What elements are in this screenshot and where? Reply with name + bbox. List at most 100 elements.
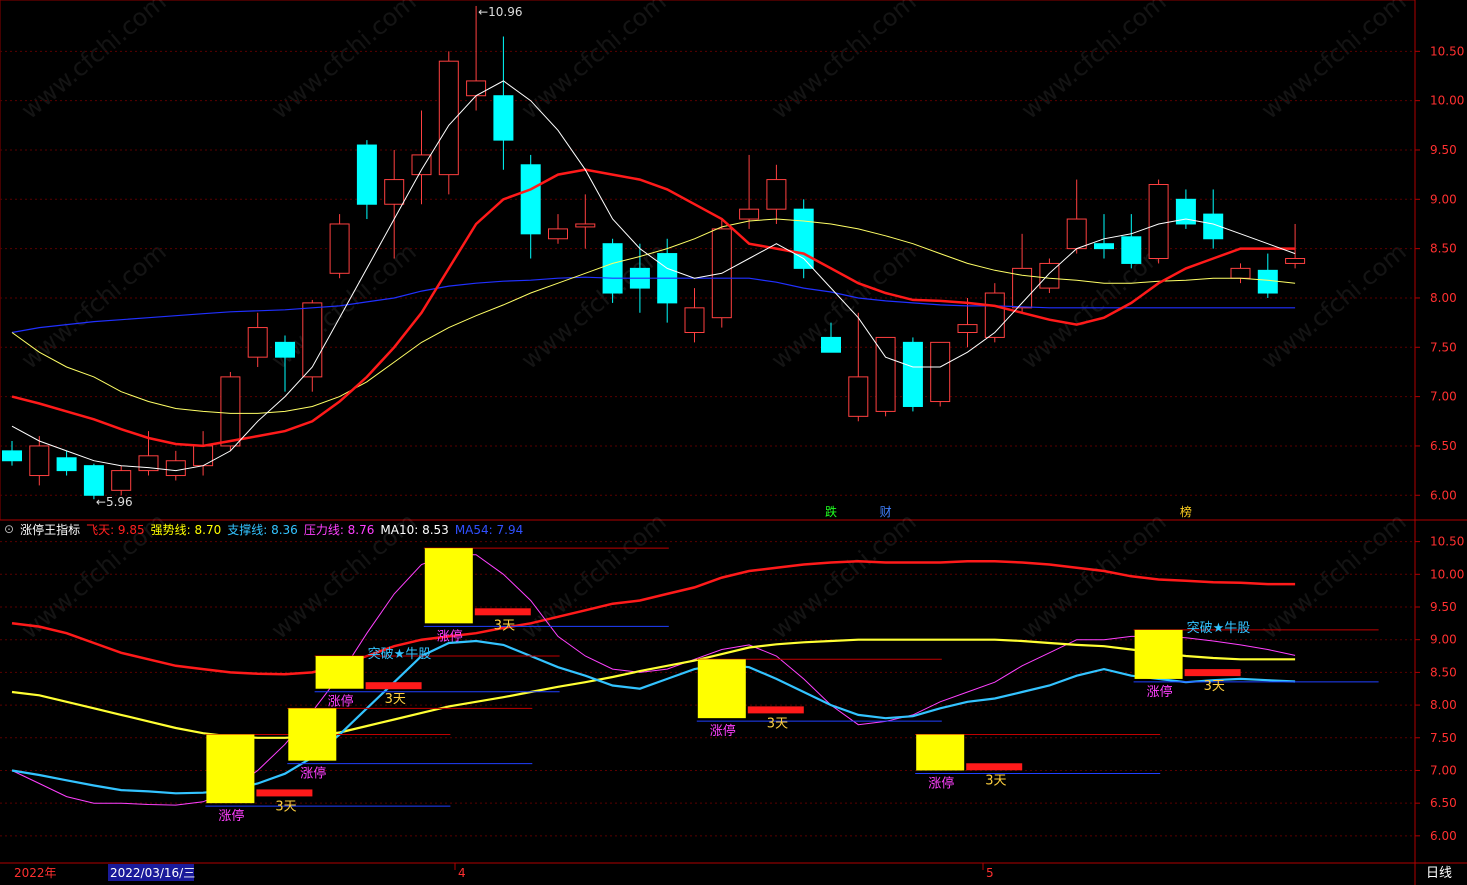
indicator-param: MA54: 7.94 [454, 522, 524, 537]
streak-bar [474, 608, 531, 616]
candle-body [193, 445, 214, 467]
limit-up-label: 涨停 [300, 766, 326, 782]
candle-body [302, 302, 323, 378]
candle-body [384, 179, 405, 205]
y-tick-label: 8.50 [1430, 665, 1457, 679]
y-tick-label: 10.00 [1430, 94, 1464, 108]
limit-up-box [315, 656, 364, 689]
candle-body [1230, 267, 1251, 279]
watermark-text: www.cfchi.com [516, 0, 672, 125]
candle [1094, 214, 1114, 259]
watermark-text: www.cfchi.com [766, 0, 922, 125]
candle-body [411, 154, 432, 176]
watermark-text: www.cfchi.com [516, 237, 672, 374]
indicator-param: 支撑线: 8.36 [227, 522, 298, 537]
candle [1285, 223, 1306, 269]
watermark-text: www.cfchi.com [1256, 237, 1412, 374]
extreme-price-label: ←5.96 [96, 495, 133, 509]
candle [602, 238, 623, 303]
limit-up-label: 涨停 [328, 694, 354, 710]
candle-body [83, 465, 104, 496]
limit-up-label: 涨停 [1147, 684, 1173, 700]
y-tick-label: 6.50 [1430, 796, 1457, 810]
candle-body [739, 208, 760, 220]
candle-body [766, 179, 787, 210]
candle-body [548, 228, 568, 240]
candle [438, 51, 459, 195]
collapse-icon[interactable]: ⊙ [4, 522, 14, 536]
y-tick-label: 9.50 [1430, 143, 1457, 157]
candle [1039, 258, 1060, 294]
candle [1257, 253, 1278, 298]
candle-body [602, 243, 623, 294]
candle [1203, 189, 1224, 249]
y-tick-label: 9.00 [1430, 633, 1457, 647]
watermark-text: www.cfchi.com [516, 507, 672, 644]
candle [984, 283, 1005, 343]
y-tick-label: 9.00 [1430, 192, 1457, 206]
candle [902, 337, 923, 412]
candle-body [848, 376, 869, 417]
extreme-price-label: ←10.96 [478, 5, 522, 19]
candle-body [902, 341, 923, 407]
candle-body [1148, 184, 1169, 259]
candle [548, 214, 568, 244]
candle-body [29, 445, 50, 477]
streak-label: 3天 [767, 716, 788, 731]
streak-bar [365, 682, 422, 690]
candle-body [1121, 236, 1142, 264]
kline-chart[interactable]: www.cfchi.com www.cfchi.com www.cfchi.com w… [0, 0, 1467, 885]
candle [875, 336, 896, 417]
limit-up-box [424, 548, 473, 624]
candle-body [930, 341, 951, 403]
indicator-name[interactable]: 涨停王指标 [20, 521, 80, 538]
pressure-line [11, 554, 1296, 806]
candle-body [329, 223, 350, 274]
candle-body [56, 457, 77, 472]
candle [739, 154, 760, 229]
indicator-param: 压力线: 8.76 [303, 522, 375, 537]
ma10-line [11, 80, 1296, 472]
candle-body [2, 450, 22, 462]
candle-body [957, 324, 978, 333]
candle [1175, 189, 1196, 229]
candle-body [1066, 218, 1087, 250]
y-tick-label: 6.00 [1430, 488, 1457, 502]
candle-body [1285, 258, 1306, 264]
streak-label: 3天 [385, 692, 406, 707]
watermark-text: www.cfchi.com [1016, 0, 1172, 125]
candle-body [165, 460, 186, 477]
candle [1066, 179, 1087, 254]
watermark-text: www.cfchi.com [766, 237, 922, 374]
candle [165, 450, 186, 481]
candle [193, 431, 214, 476]
watermark-text: www.cfchi.com [1016, 507, 1172, 644]
event-marker: 财 [880, 505, 892, 519]
watermark-text: www.cfchi.com [766, 507, 922, 644]
indicator-param: 飞天: 9.85 [86, 522, 145, 537]
y-tick-label: 7.00 [1430, 763, 1457, 777]
candle-body [247, 327, 268, 358]
y-tick-label: 9.50 [1430, 600, 1457, 614]
y-tick-label: 8.00 [1430, 698, 1457, 712]
candle [2, 441, 22, 466]
month-label: 4 [458, 866, 466, 880]
candle-body [356, 144, 377, 205]
event-marker: 跌 [825, 504, 837, 519]
y-tick-label: 7.00 [1430, 390, 1457, 404]
limit-up-box [206, 734, 255, 804]
candle-body [875, 336, 896, 412]
candle [1148, 179, 1169, 264]
watermark-text: www.cfchi.com [16, 237, 172, 374]
candle-body [493, 95, 514, 141]
main-pane-frame [0, 0, 1416, 521]
y-tick-label: 10.00 [1430, 567, 1464, 581]
candle-body [220, 376, 241, 447]
candle [302, 299, 323, 392]
streak-bar [747, 706, 804, 714]
streak-label: 3天 [985, 773, 1006, 788]
event-marker: 榜 [1180, 504, 1192, 519]
limit-up-box [1134, 629, 1183, 679]
y-tick-label: 10.50 [1430, 535, 1464, 549]
streak-label: 3天 [275, 799, 296, 814]
